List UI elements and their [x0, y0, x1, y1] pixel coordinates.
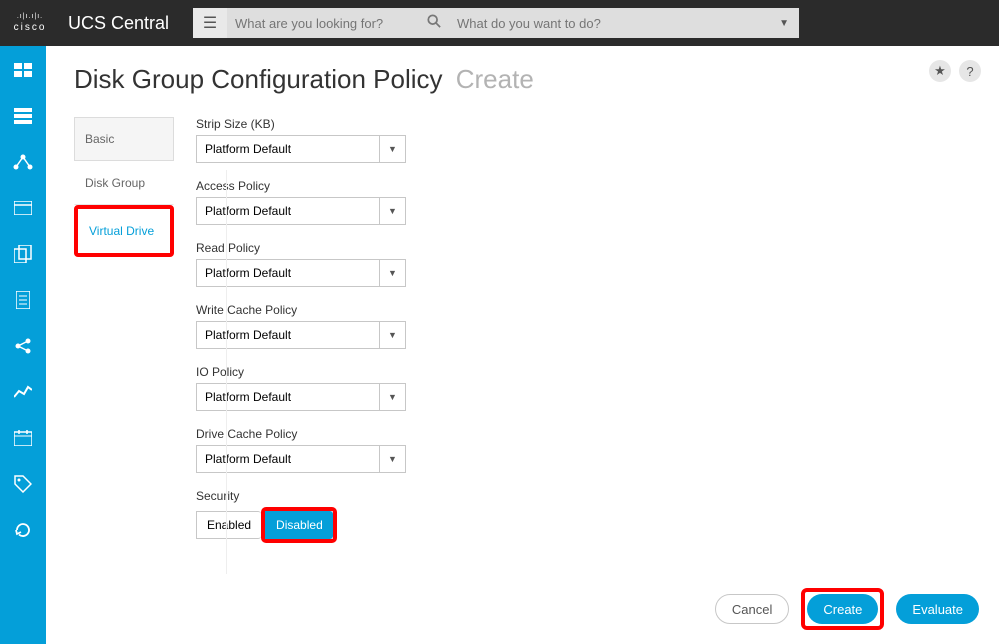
chevron-down-icon: ▼	[379, 384, 405, 410]
label-security: Security	[196, 489, 971, 503]
page-title-text: Disk Group Configuration Policy	[74, 64, 443, 94]
window-icon[interactable]	[11, 196, 35, 220]
chevron-down-icon: ▼	[379, 322, 405, 348]
nav-rail	[0, 46, 46, 644]
share-icon[interactable]	[11, 334, 35, 358]
label-strip-size: Strip Size (KB)	[196, 117, 971, 131]
servers-icon[interactable]	[11, 104, 35, 128]
action-input[interactable]	[449, 8, 769, 38]
dashboard-icon[interactable]	[11, 58, 35, 82]
dropdown-write-cache[interactable]: Platform Default ▼	[196, 321, 406, 349]
field-security: Security Enabled Disabled	[196, 489, 971, 543]
dropdown-io-policy[interactable]: Platform Default ▼	[196, 383, 406, 411]
action-search[interactable]: ▼	[449, 8, 799, 38]
chevron-down-icon[interactable]: ▼	[769, 8, 799, 38]
hamburger-icon[interactable]: ☰	[193, 8, 227, 38]
field-access-policy: Access Policy Platform Default ▼	[196, 179, 971, 225]
tag-icon[interactable]	[11, 472, 35, 496]
dropdown-drive-cache[interactable]: Platform Default ▼	[196, 445, 406, 473]
dropdown-strip-size[interactable]: Platform Default ▼	[196, 135, 406, 163]
field-read-policy: Read Policy Platform Default ▼	[196, 241, 971, 287]
create-button[interactable]: Create	[807, 594, 878, 624]
field-write-cache: Write Cache Policy Platform Default ▼	[196, 303, 971, 349]
search-input[interactable]	[227, 8, 419, 38]
copy-icon[interactable]	[11, 242, 35, 266]
field-io-policy: IO Policy Platform Default ▼	[196, 365, 971, 411]
chevron-down-icon: ▼	[379, 136, 405, 162]
field-drive-cache: Drive Cache Policy Platform Default ▼	[196, 427, 971, 473]
stats-icon[interactable]	[11, 380, 35, 404]
calendar-icon[interactable]	[11, 426, 35, 450]
page-mode: Create	[456, 64, 534, 94]
dropdown-access-policy[interactable]: Platform Default ▼	[196, 197, 406, 225]
tab-disk-group[interactable]: Disk Group	[74, 161, 174, 205]
help-icon[interactable]: ?	[959, 60, 981, 82]
form: Strip Size (KB) Platform Default ▼ Acces…	[196, 117, 971, 559]
cancel-button[interactable]: Cancel	[715, 594, 789, 624]
chevron-down-icon: ▼	[379, 198, 405, 224]
chevron-down-icon: ▼	[379, 446, 405, 472]
favorite-icon[interactable]: ★	[929, 60, 951, 82]
tab-basic[interactable]: Basic	[74, 117, 174, 161]
global-search[interactable]: ☰	[193, 8, 449, 38]
doc-icon[interactable]	[11, 288, 35, 312]
field-strip-size: Strip Size (KB) Platform Default ▼	[196, 117, 971, 163]
app-title: UCS Central	[68, 13, 169, 34]
side-tabs: Basic Disk Group Virtual Drive	[74, 117, 174, 559]
network-icon[interactable]	[11, 150, 35, 174]
highlight-create: Create	[801, 588, 884, 630]
tab-virtual-drive[interactable]: Virtual Drive	[78, 209, 170, 253]
label-drive-cache: Drive Cache Policy	[196, 427, 971, 441]
evaluate-button[interactable]: Evaluate	[896, 594, 979, 624]
security-enabled[interactable]: Enabled	[196, 511, 261, 539]
label-write-cache: Write Cache Policy	[196, 303, 971, 317]
top-bar: .ı|ı.ı|ı. cisco UCS Central ☰ ▼	[0, 0, 999, 46]
refresh-icon[interactable]	[11, 518, 35, 542]
security-disabled[interactable]: Disabled	[265, 511, 333, 539]
footer-actions: Cancel Create Evaluate	[715, 588, 979, 630]
segmented-security: Enabled	[196, 511, 261, 539]
main-content: ★ ? Disk Group Configuration Policy Crea…	[46, 46, 999, 644]
label-read-policy: Read Policy	[196, 241, 971, 255]
search-icon[interactable]	[419, 14, 449, 33]
label-io-policy: IO Policy	[196, 365, 971, 379]
page-title: Disk Group Configuration Policy Create	[74, 64, 971, 95]
dropdown-read-policy[interactable]: Platform Default ▼	[196, 259, 406, 287]
highlight-virtual-drive: Virtual Drive	[74, 205, 174, 257]
divider	[226, 170, 227, 574]
highlight-security-disabled: Disabled	[261, 507, 337, 543]
chevron-down-icon: ▼	[379, 260, 405, 286]
label-access-policy: Access Policy	[196, 179, 971, 193]
cisco-logo: .ı|ı.ı|ı. cisco	[0, 14, 60, 33]
